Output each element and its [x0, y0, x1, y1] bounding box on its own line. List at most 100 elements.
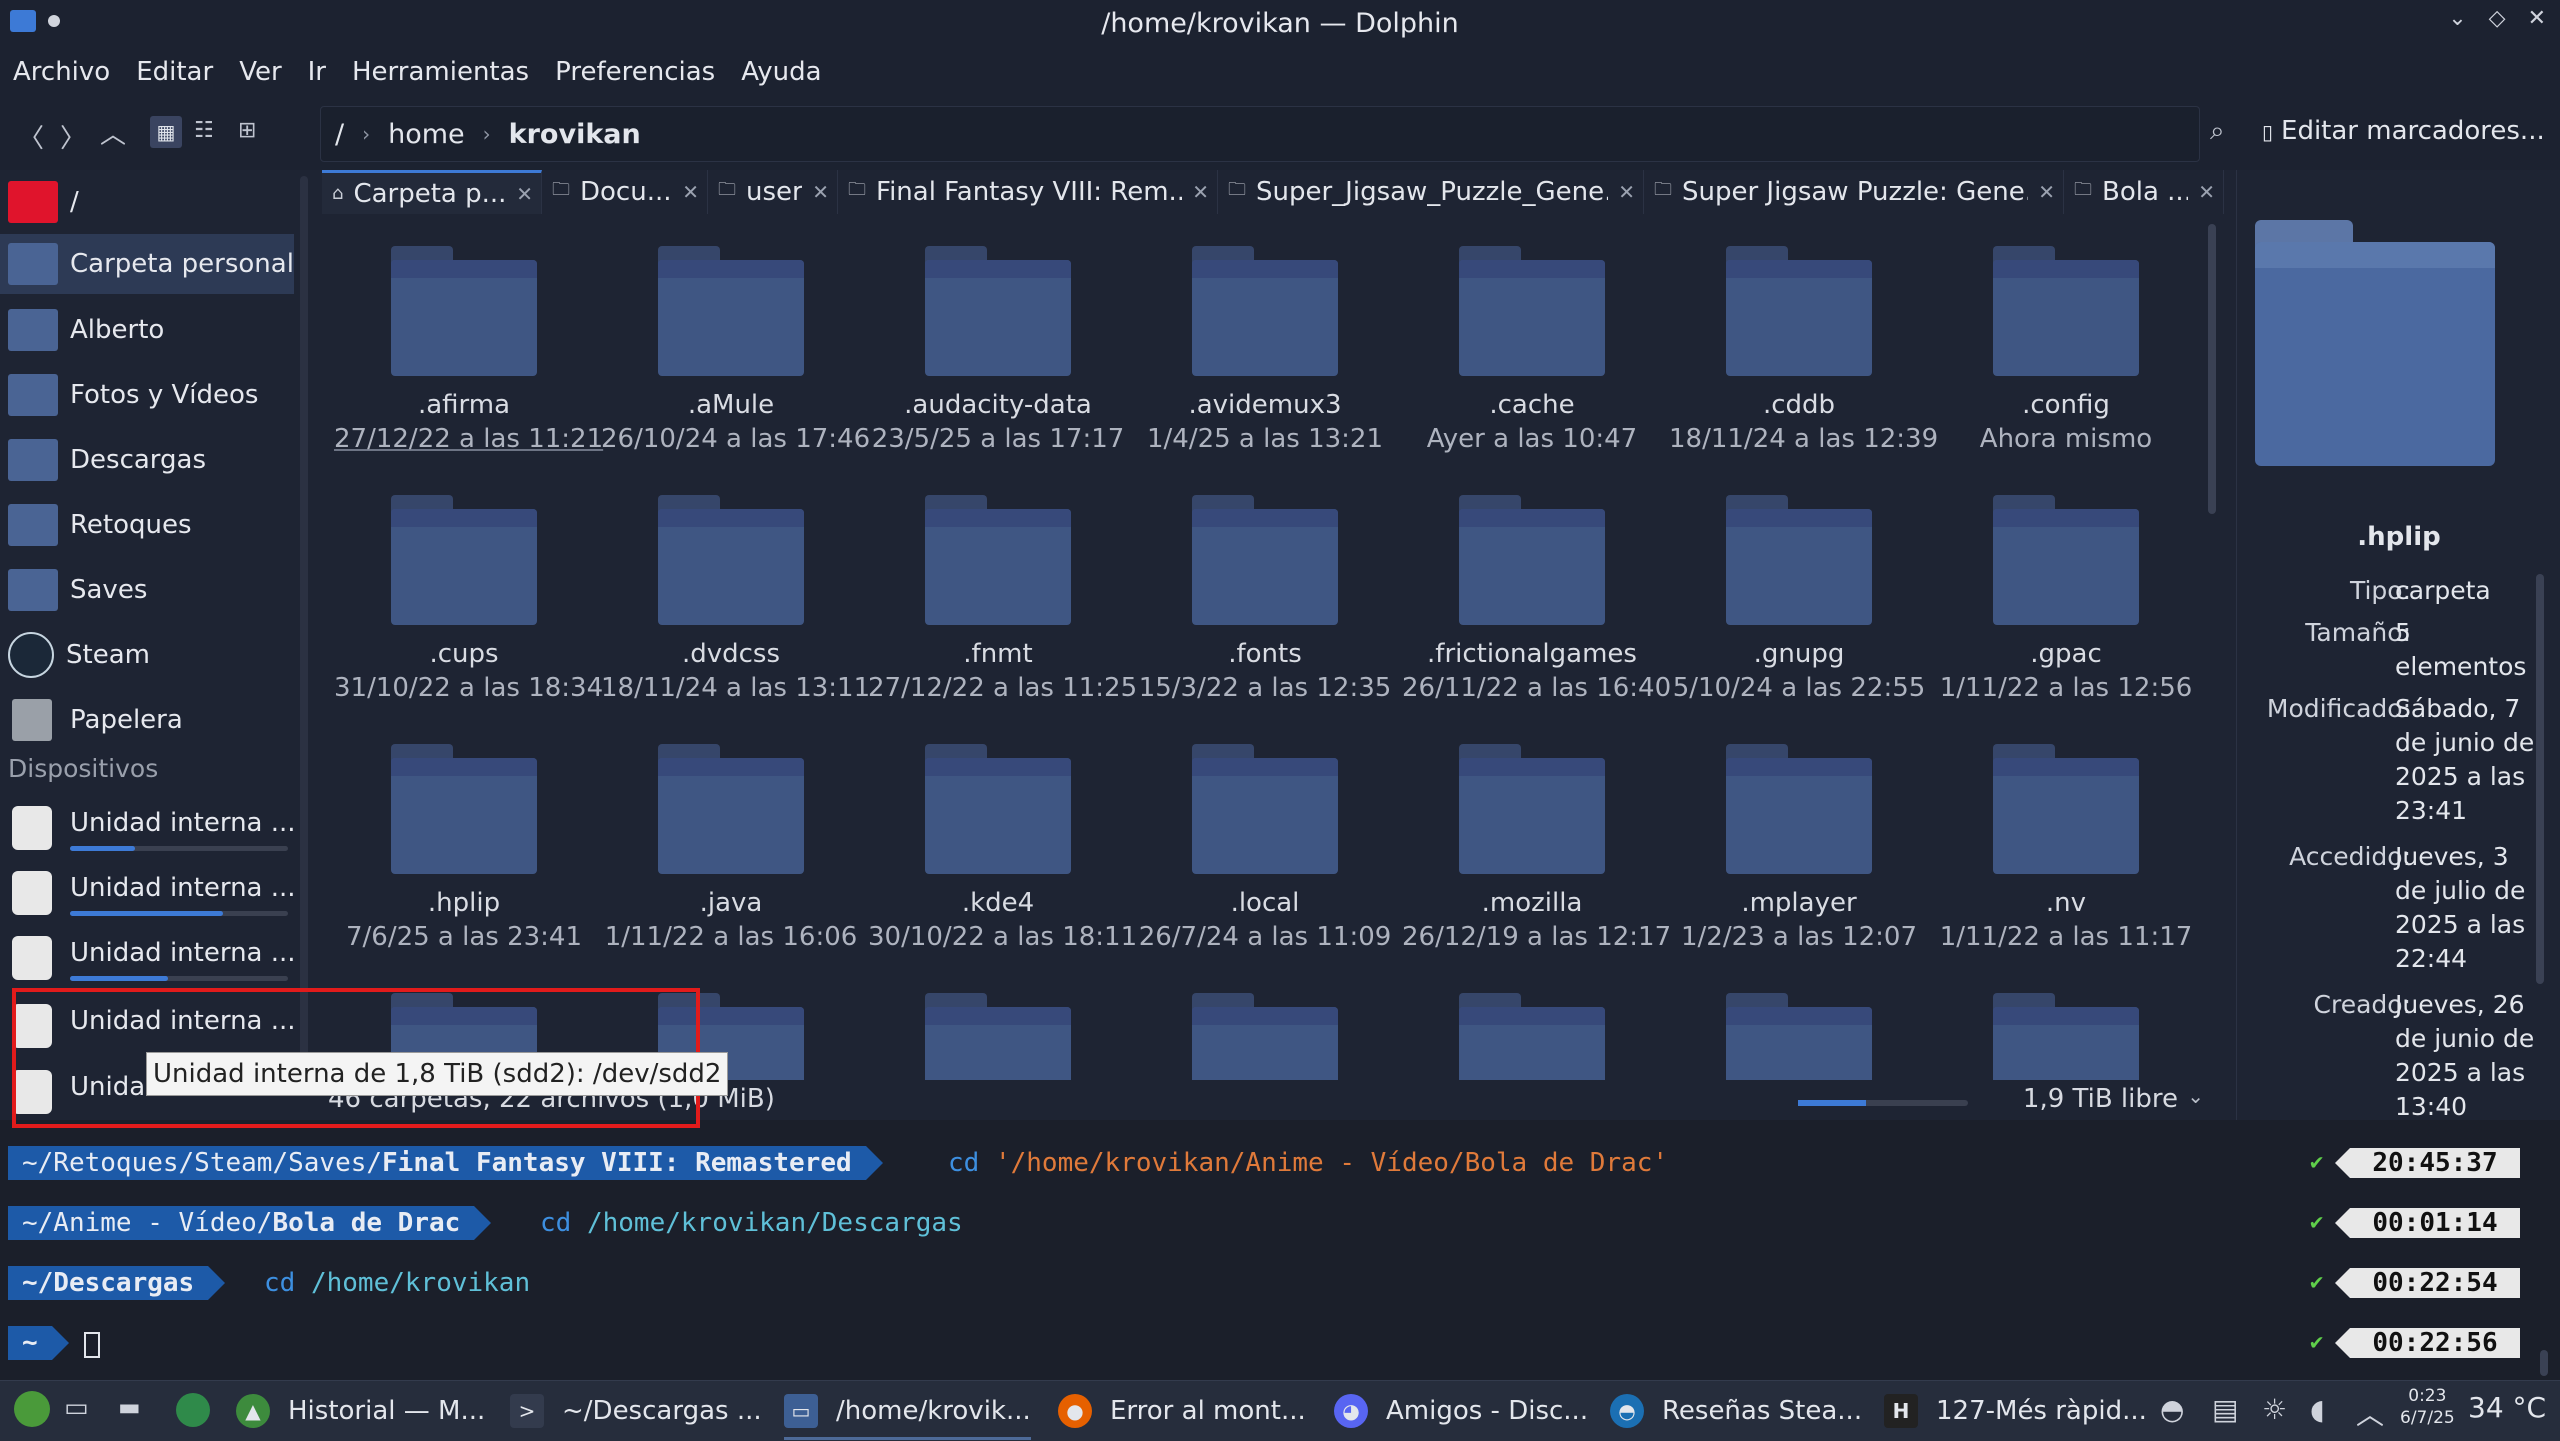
app-launcher-icon[interactable]: [14, 1391, 50, 1427]
close-tab-icon[interactable]: ✕: [1618, 180, 1635, 204]
menu-ver[interactable]: Ver: [239, 57, 281, 87]
up-icon[interactable]: ︿: [100, 114, 126, 151]
terminal-launcher-icon[interactable]: ▬: [118, 1393, 141, 1421]
tab-super-jigsaw-1[interactable]: 🗀 Super_Jigsaw_Puzzle_Gene... ✕: [1218, 170, 1644, 214]
tab-bola-de-drac[interactable]: 🗀 Bola ... ✕: [2064, 170, 2224, 214]
info-panel-scrollbar[interactable]: [2536, 574, 2544, 984]
folder-item[interactable]: [868, 965, 1128, 1080]
close-tab-icon[interactable]: ✕: [812, 180, 829, 204]
menu-ayuda[interactable]: Ayuda: [741, 57, 821, 87]
device-item[interactable]: Unidad interna ...: [0, 798, 296, 860]
search-icon[interactable]: ⌕: [2210, 116, 2225, 147]
breadcrumb[interactable]: / › home › krovikan: [320, 106, 2200, 162]
icons-view-icon[interactable]: ▦: [150, 116, 182, 148]
menu-preferencias[interactable]: Preferencias: [555, 57, 715, 87]
folder-item[interactable]: .cups 31/10/22 a las 18:34: [334, 467, 603, 703]
brightness-icon[interactable]: ☼: [2262, 1393, 2287, 1426]
folder-item[interactable]: .nv 1/11/22 a las 11:17: [1936, 716, 2196, 952]
terminal-panel[interactable]: ~/Retoques/Steam/Saves/Final Fantasy VII…: [0, 1120, 2560, 1380]
close-tab-icon[interactable]: ✕: [516, 182, 533, 206]
folder-item[interactable]: .local 26/7/24 a las 11:09: [1135, 716, 1395, 952]
folder-item[interactable]: .mplayer 1/2/23 a las 12:07: [1669, 716, 1929, 952]
folder-item[interactable]: .cddb 18/11/24 a las 12:39: [1669, 218, 1938, 454]
folder-item[interactable]: .config Ahora mismo: [1936, 218, 2196, 454]
sidebar-scrollbar[interactable]: [300, 176, 308, 1096]
task-dolphin[interactable]: ▭/home/krovik...: [784, 1385, 1031, 1440]
task-discord-browser[interactable]: ◕ Amigos - Disc...: [1334, 1385, 1588, 1437]
breadcrumb-current[interactable]: krovikan: [509, 119, 641, 150]
folder-item[interactable]: .afirma 27/12/22 a las 11:21: [334, 218, 603, 454]
forward-icon[interactable]: 〉: [60, 118, 86, 155]
volume-icon[interactable]: ◖: [2310, 1393, 2325, 1426]
close-tab-icon[interactable]: ✕: [2038, 180, 2055, 204]
back-icon[interactable]: 〈: [18, 118, 44, 155]
menu-archivo[interactable]: Archivo: [13, 57, 110, 87]
device-item[interactable]: Unidad interna ...: [0, 863, 296, 925]
folder-item[interactable]: .java 1/11/22 a las 16:06: [601, 716, 861, 952]
task-firefox[interactable]: ● Error al mont...: [1058, 1385, 1306, 1437]
close-tab-icon[interactable]: ✕: [1192, 180, 1209, 204]
place-descargas[interactable]: Descargas: [0, 430, 294, 490]
folder-item[interactable]: .aMule 26/10/24 a las 17:46: [601, 218, 870, 454]
place-home[interactable]: Carpeta personal: [0, 234, 294, 294]
discord-tray-icon[interactable]: ◓: [2160, 1393, 2184, 1426]
folder-item[interactable]: [1402, 965, 1662, 1080]
file-name: .fnmt: [963, 639, 1033, 669]
folder-item[interactable]: .gpac 1/11/22 a las 12:56: [1936, 467, 2196, 703]
place-steam[interactable]: Steam: [0, 625, 294, 685]
task-terminal-descargas[interactable]: > ~/Descargas ...: [510, 1385, 762, 1437]
place-retoques[interactable]: Retoques: [0, 495, 294, 555]
task-127-mes-rapid[interactable]: H 127-Més ràpid...: [1884, 1385, 2147, 1437]
tab-user[interactable]: 🗀 user ✕: [708, 170, 838, 214]
folder-item[interactable]: .cache Ayer a las 10:47: [1402, 218, 1662, 454]
folder-item[interactable]: .avidemux3 1/4/25 a las 13:21: [1135, 218, 1395, 454]
file-view-scrollbar[interactable]: [2208, 224, 2216, 514]
folder-item[interactable]: .dvdcss 18/11/24 a las 13:11: [601, 467, 870, 703]
task-steam-reviews[interactable]: ◓ Reseñas Stea...: [1610, 1385, 1862, 1437]
folder-item[interactable]: .frictionalgames 26/11/22 a las 16:40: [1402, 467, 1671, 703]
folder-item[interactable]: .audacity-data 23/5/25 a las 17:17: [868, 218, 1128, 454]
compact-view-icon[interactable]: ☷: [194, 118, 214, 143]
task-historial[interactable]: ▲ Historial — M...: [236, 1385, 485, 1437]
minimize-button[interactable]: ⌄: [2448, 6, 2466, 31]
place-root[interactable]: /: [0, 172, 294, 232]
menu-editar[interactable]: Editar: [136, 57, 213, 87]
folder-item[interactable]: [1135, 965, 1395, 1080]
device-item[interactable]: Unidad interna ...: [0, 928, 296, 990]
menu-ir[interactable]: Ir: [308, 57, 326, 87]
clipboard-icon[interactable]: ▤: [2212, 1393, 2238, 1426]
place-alberto[interactable]: Alberto: [0, 300, 294, 360]
edit-bookmarks-button[interactable]: ▯ Editar marcadores...: [2262, 116, 2545, 146]
chevron-down-icon[interactable]: ⌄: [2187, 1084, 2204, 1108]
folder-item[interactable]: .kde4 30/10/22 a las 18:11: [868, 716, 1137, 952]
kde-connect-icon[interactable]: [176, 1393, 210, 1427]
folder-item[interactable]: .fonts 15/3/22 a las 12:35: [1135, 467, 1395, 703]
details-view-icon[interactable]: ⊞: [238, 118, 256, 143]
close-tab-icon[interactable]: ✕: [682, 180, 699, 204]
folder-item[interactable]: [1936, 965, 2196, 1080]
clock[interactable]: 0:23 6/7/25: [2400, 1385, 2455, 1429]
expand-tray-icon[interactable]: ︿: [2356, 1393, 2384, 1433]
free-space-label[interactable]: 1,9 TiB libre: [2023, 1084, 2178, 1114]
tab-final-fantasy[interactable]: 🗀 Final Fantasy VIII: Rem... ✕: [838, 170, 1218, 214]
folder-item[interactable]: [1669, 965, 1929, 1080]
tab-super-jigsaw-2[interactable]: 🗀 Super Jigsaw Puzzle: Gene... ✕: [1644, 170, 2064, 214]
tab-carpeta-personal[interactable]: ⌂ Carpeta p... ✕: [322, 170, 542, 214]
close-tab-icon[interactable]: ✕: [2198, 180, 2215, 204]
folder-item[interactable]: .fnmt 27/12/22 a las 11:25: [868, 467, 1137, 703]
terminal-scrollbar[interactable]: [2540, 1350, 2548, 1376]
close-button[interactable]: ✕: [2528, 6, 2546, 31]
menu-herramientas[interactable]: Herramientas: [352, 57, 529, 87]
place-fotos-videos[interactable]: Fotos y Vídeos: [0, 365, 294, 425]
place-papelera[interactable]: Papelera: [0, 690, 294, 750]
maximize-button[interactable]: ◇: [2489, 6, 2506, 31]
folder-item[interactable]: .mozilla 26/12/19 a las 12:17: [1402, 716, 1671, 952]
folder-item[interactable]: .hplip 7/6/25 a las 23:41: [334, 716, 594, 952]
show-desktop-icon[interactable]: ▭: [64, 1393, 89, 1423]
file-view[interactable]: .afirma 27/12/22 a las 11:21 .aMule 26/10/2…: [322, 218, 2218, 1080]
breadcrumb-root[interactable]: /: [335, 119, 344, 150]
folder-item[interactable]: .gnupg 5/10/24 a las 22:55: [1669, 467, 1929, 703]
tab-documentos[interactable]: 🗀 Docu... ✕: [542, 170, 708, 214]
breadcrumb-home[interactable]: home: [388, 119, 465, 150]
place-saves[interactable]: Saves: [0, 560, 294, 620]
